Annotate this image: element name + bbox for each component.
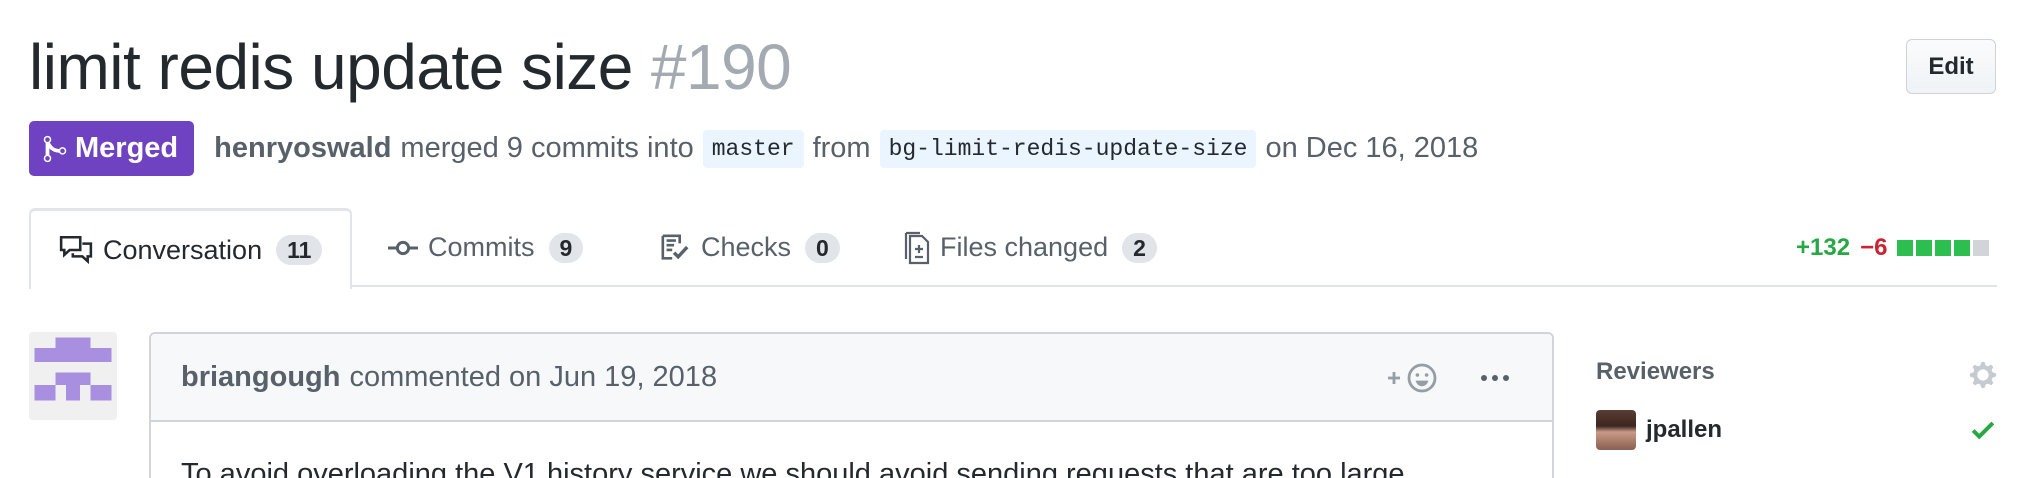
edit-button[interactable]: Edit — [1906, 39, 1996, 94]
tab-counter: 9 — [548, 232, 584, 263]
merge-date: on Dec 16, 2018 — [1265, 132, 1479, 164]
git-merge-icon — [43, 135, 67, 162]
tab-files-changed[interactable]: Files changed 2 — [904, 208, 1157, 287]
diffstat-block — [1954, 240, 1971, 256]
reviewers-heading: Reviewers — [1596, 358, 1715, 385]
tab-counter: 11 — [276, 235, 323, 265]
pr-title-row: limit redis update size #190 — [29, 30, 792, 110]
diffstat-block — [1897, 240, 1914, 256]
reviewer-name: jpallen — [1646, 416, 1723, 443]
tab-label: Files changed — [940, 232, 1109, 262]
comment-discussion-icon — [59, 235, 93, 265]
diffstat-deletions: −6 — [1860, 234, 1888, 261]
tab-label: Checks — [701, 232, 792, 262]
kebab-menu-icon[interactable] — [1480, 373, 1510, 383]
tab-label: Commits — [428, 232, 535, 262]
tab-checks[interactable]: Checks 0 — [659, 208, 840, 287]
avatar[interactable] — [29, 332, 117, 420]
head-branch[interactable]: bg-limit-redis-update-size — [879, 129, 1257, 168]
checklist-icon — [659, 233, 691, 263]
merged-label: Merged — [75, 132, 179, 164]
pr-tabs: Conversation 11 Commits 9 Checks 0 Files… — [29, 208, 1997, 289]
tab-conversation[interactable]: Conversation 11 — [29, 208, 353, 289]
from-text: from — [812, 132, 871, 164]
comment-actions — [1384, 334, 1510, 422]
gear-icon[interactable] — [1968, 360, 1998, 390]
pr-title: limit redis update size — [29, 31, 633, 103]
diffstat-block — [1916, 240, 1933, 256]
diffstat: +132 −6 — [1796, 233, 1992, 263]
comment-author-link[interactable]: briangough — [181, 361, 340, 394]
file-diff-icon — [904, 231, 930, 265]
tab-counter: 2 — [1122, 232, 1157, 263]
diffstat-additions: +132 — [1796, 234, 1851, 261]
tab-counter: 0 — [805, 232, 840, 263]
reviewer-item[interactable]: jpallen — [1596, 410, 1722, 450]
tab-commits[interactable]: Commits 9 — [388, 208, 584, 287]
check-icon — [1968, 415, 1998, 445]
add-reaction-icon[interactable] — [1384, 362, 1440, 394]
merge-action-text: merged 9 commits into — [400, 132, 694, 164]
avatar — [1596, 410, 1636, 450]
comment-body: To avoid overloading the V1 history serv… — [181, 458, 1413, 478]
merged-state-badge: Merged — [29, 121, 195, 176]
diffstat-block — [1973, 240, 1990, 256]
tab-label: Conversation — [103, 234, 263, 265]
pr-number: #190 — [650, 31, 792, 103]
merge-author-link[interactable]: henryoswald — [214, 132, 391, 165]
comment: briangough commented on Jun 19, 2018 To … — [149, 332, 1554, 478]
comment-header: briangough commented on Jun 19, 2018 — [151, 334, 1552, 422]
git-commit-icon — [388, 233, 418, 263]
base-branch[interactable]: master — [702, 129, 804, 168]
diffstat-block — [1935, 240, 1952, 256]
comment-timestamp[interactable]: commented on Jun 19, 2018 — [349, 361, 717, 394]
pr-meta: Merged henryoswald merged 9 commits into… — [29, 121, 1478, 176]
